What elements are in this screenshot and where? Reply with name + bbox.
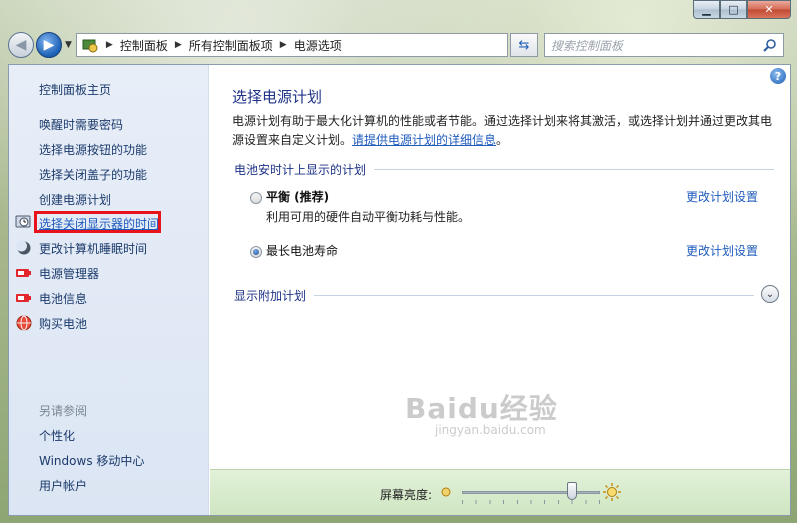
sidebar-link-power-button[interactable]: 选择电源按钮的功能	[39, 141, 147, 158]
plan-name-balanced[interactable]: 平衡 (推荐)	[266, 188, 329, 205]
sidebar-home-link[interactable]: 控制面板主页	[39, 81, 111, 98]
breadcrumb-arrow-0[interactable]: ▶	[106, 40, 113, 50]
watermark-sub: jingyan.baidu.com	[435, 423, 546, 437]
page-description: 电源计划有助于最大化计算机的性能或者节能。通过选择计划来将其激活，或选择计划并通…	[232, 112, 777, 150]
description-end: 。	[496, 133, 509, 147]
breadcrumb-arrow-1[interactable]: ▶	[175, 40, 182, 50]
refresh-button[interactable]: ⇆	[509, 33, 538, 57]
see-also-user-accounts[interactable]: 用户帐户	[39, 477, 87, 494]
sidebar-link-battery-info[interactable]: 电池信息	[39, 290, 87, 307]
display-clock-icon	[15, 215, 31, 228]
navigation-bar: ◀ ▶ ▼ ▶ 控制面板 ▶ 所有控制面板项 ▶ 电源选项 ⇆ 搜索控制面板	[8, 30, 791, 60]
sidebar-link-create-plan[interactable]: 创建电源计划	[39, 191, 111, 208]
help-icon[interactable]: ?	[770, 68, 786, 84]
slider-ticks	[462, 500, 600, 504]
plans-section-header: 电池安时计上显示的计划	[234, 161, 774, 178]
change-plan-settings-max-battery[interactable]: 更改计划设置	[686, 242, 758, 259]
chevron-down-icon[interactable]: ⌄	[761, 285, 779, 303]
extra-plans-header[interactable]: 显示附加计划	[234, 287, 754, 304]
close-button[interactable]: ✕	[747, 0, 791, 19]
brightness-label: 屏幕亮度:	[380, 488, 433, 502]
see-also-heading: 另请参阅	[39, 404, 88, 418]
change-plan-settings-balanced[interactable]: 更改计划设置	[686, 188, 758, 205]
sidebar-link-wake-password[interactable]: 唤醒时需要密码	[39, 116, 123, 133]
see-also-mobility-center[interactable]: Windows 移动中心	[39, 452, 144, 469]
plans-section-title: 电池安时计上显示的计划	[234, 163, 367, 177]
battery-red-icon	[16, 269, 31, 277]
highlight-annotation	[34, 211, 161, 233]
plan-desc-balanced: 利用可用的硬件自动平衡功耗与性能。	[266, 210, 471, 224]
breadcrumb-item[interactable]: 电源选项	[294, 37, 342, 54]
breadcrumb-arrow-2[interactable]: ▶	[280, 40, 287, 50]
sidebar: 控制面板主页 唤醒时需要密码 选择电源按钮的功能 选择关闭盖子的功能 创建电源计…	[9, 65, 209, 515]
caption-buttons: ▁ □ ✕	[693, 0, 791, 20]
divider	[314, 295, 754, 296]
divider	[374, 169, 774, 170]
sidebar-link-lid-close[interactable]: 选择关闭盖子的功能	[39, 166, 147, 183]
brightness-slider-thumb[interactable]	[567, 482, 578, 500]
brightness-slider-track[interactable]	[462, 491, 600, 494]
content-area: 控制面板主页 唤醒时需要密码 选择电源按钮的功能 选择关闭盖子的功能 创建电源计…	[8, 64, 791, 516]
globe-icon	[16, 315, 32, 331]
search-icon[interactable]	[763, 38, 777, 52]
sidebar-link-buy-battery[interactable]: 购买电池	[39, 315, 87, 332]
brightness-high-icon	[603, 483, 621, 501]
minimize-button[interactable]: ▁	[693, 0, 720, 19]
recent-pages-dropdown[interactable]: ▼	[65, 40, 72, 50]
main-panel: ? 选择电源计划 电源计划有助于最大化计算机的性能或者节能。通过选择计划来将其激…	[210, 65, 790, 515]
extra-plans-title[interactable]: 显示附加计划	[234, 287, 306, 304]
forward-button[interactable]: ▶	[36, 32, 62, 58]
watermark-main: Baidu经验	[405, 392, 558, 425]
plan-radio-max-battery[interactable]	[250, 246, 262, 258]
see-also-personalization[interactable]: 个性化	[39, 427, 75, 444]
maximize-button[interactable]: □	[720, 0, 747, 19]
control-panel-icon	[81, 36, 99, 54]
watermark: Baidu经验 jingyan.baidu.com	[405, 387, 558, 437]
moon-icon	[16, 240, 31, 255]
plan-radio-balanced[interactable]	[250, 192, 262, 204]
search-placeholder: 搜索控制面板	[550, 38, 623, 53]
battery-red-icon	[16, 294, 31, 302]
plan-details-link[interactable]: 请提供电源计划的详细信息	[352, 133, 496, 147]
breadcrumb-item[interactable]: 所有控制面板项	[189, 37, 273, 54]
search-input[interactable]: 搜索控制面板	[543, 33, 784, 57]
plan-name-max-battery[interactable]: 最长电池寿命	[266, 242, 338, 259]
page-title: 选择电源计划	[232, 88, 323, 106]
sidebar-link-sleep-time[interactable]: 更改计算机睡眠时间	[39, 240, 147, 257]
brightness-low-icon	[441, 487, 451, 497]
breadcrumb-item[interactable]: 控制面板	[120, 37, 168, 54]
address-bar[interactable]: ▶ 控制面板 ▶ 所有控制面板项 ▶ 电源选项	[75, 33, 508, 57]
back-button[interactable]: ◀	[8, 32, 34, 58]
sidebar-link-power-manager[interactable]: 电源管理器	[39, 265, 99, 282]
brightness-bar: 屏幕亮度:	[210, 469, 790, 515]
